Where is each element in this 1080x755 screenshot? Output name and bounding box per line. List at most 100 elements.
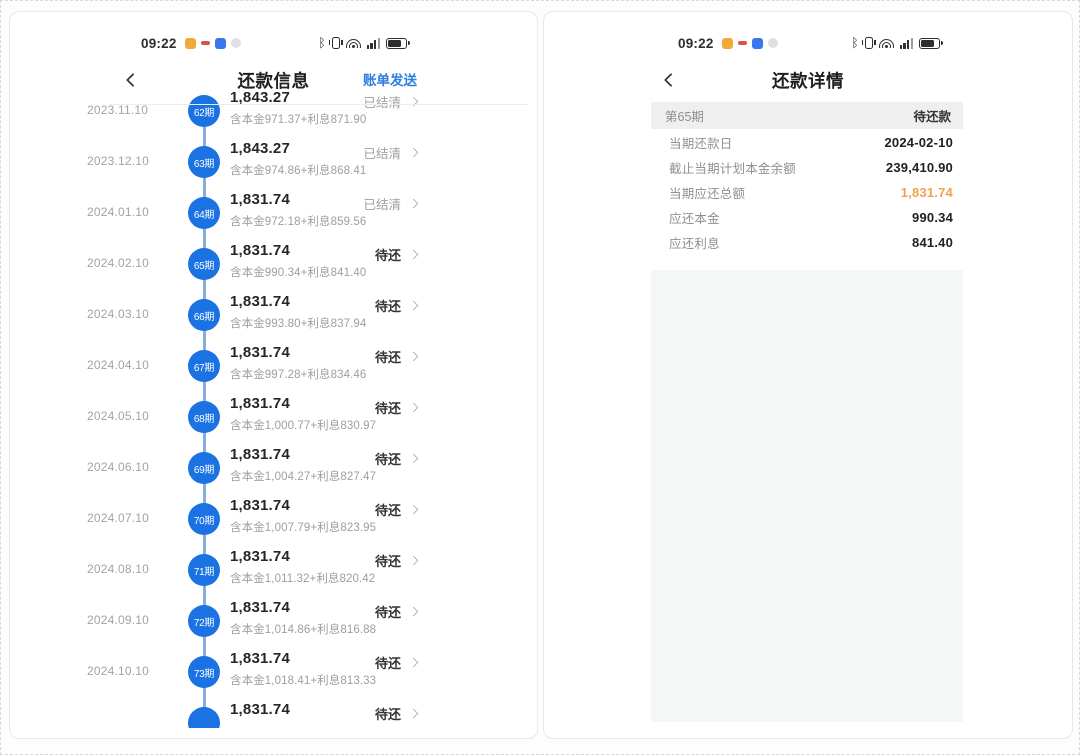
installment-amount: 1,831.74 bbox=[230, 548, 290, 565]
timeline-row[interactable]: 2024.08.10 71期 1,831.74 含本金1,011.32+利息820.4… bbox=[10, 545, 537, 596]
status-bar: 09:22 ᛒ bbox=[10, 34, 537, 52]
repayment-info-screen: 2023.11.10 62期 1,843.27 含本金971.37+利息871.90 已… bbox=[9, 11, 538, 739]
due-date-label: 2024.10.10 bbox=[87, 664, 150, 678]
blue-app-icon bbox=[214, 37, 226, 49]
chevron-right-icon bbox=[408, 606, 419, 617]
chevron-right-icon bbox=[408, 249, 419, 260]
status-label: 已结清 bbox=[363, 96, 401, 110]
status-label: 待还 bbox=[374, 554, 401, 569]
principal-interest-breakdown: 含本金974.86+利息868.41 bbox=[230, 165, 367, 177]
status-label: 待还 bbox=[374, 401, 401, 416]
nav-header: 还款信息 账单发送 bbox=[10, 68, 537, 94]
due-date-label: 2024.08.10 bbox=[87, 562, 150, 576]
principal-interest-breakdown: 含本金1,014.86+利息816.88 bbox=[230, 624, 377, 636]
chevron-right-icon bbox=[408, 198, 419, 209]
timeline-row[interactable]: 2024.03.10 66期 1,831.74 含本金993.80+利息837.94 待… bbox=[10, 290, 537, 341]
due-date-label: 2024.05.10 bbox=[87, 409, 150, 423]
status-label: 待还 bbox=[374, 503, 401, 518]
status-bar: 09:22 ᛒ bbox=[544, 34, 1072, 52]
period-badge: 63期 bbox=[188, 146, 220, 178]
period-badge: 73期 bbox=[188, 656, 220, 688]
detail-row: 应还本金 990.34 bbox=[669, 205, 953, 230]
battery-icon bbox=[919, 37, 943, 49]
principal-interest-breakdown: 含本金997.28+利息834.46 bbox=[230, 369, 367, 381]
status-label: 待还 bbox=[374, 605, 401, 620]
installment-amount: 1,831.74 bbox=[230, 497, 290, 514]
period-badge: 71期 bbox=[188, 554, 220, 586]
installment-amount: 1,831.74 bbox=[230, 599, 290, 616]
due-date-label: 2024.02.10 bbox=[87, 256, 150, 270]
status-time: 09:22 bbox=[141, 35, 177, 51]
send-bill-link[interactable]: 账单发送 bbox=[363, 68, 417, 94]
wifi-icon bbox=[345, 38, 361, 48]
timeline-row[interactable]: 2024.06.10 69期 1,831.74 含本金1,004.27+利息827.4… bbox=[10, 443, 537, 494]
installment-amount: 1,831.74 bbox=[230, 395, 290, 412]
installment-amount: 1,831.74 bbox=[230, 191, 290, 208]
timeline-scroll-area[interactable]: 2023.11.10 62期 1,843.27 含本金971.37+利息871.90 已… bbox=[10, 12, 537, 728]
status-time: 09:22 bbox=[678, 35, 714, 51]
detail-label: 当期还款日 bbox=[669, 137, 733, 151]
timeline-row[interactable]: 2024.05.10 68期 1,831.74 含本金1,000.77+利息830.9… bbox=[10, 392, 537, 443]
detail-label: 应还本金 bbox=[669, 212, 720, 226]
timeline-row[interactable]: 2023.12.10 63期 1,843.27 含本金974.86+利息868.41 已… bbox=[10, 137, 537, 188]
page-title: 还款信息 bbox=[237, 71, 310, 91]
empty-content-panel bbox=[651, 270, 963, 722]
principal-interest-breakdown: 含本金990.34+利息841.40 bbox=[230, 267, 367, 279]
timeline-row[interactable]: 1,831.74 待还 bbox=[10, 698, 537, 728]
period-badge: 62期 bbox=[188, 95, 220, 127]
status-label: 待还 bbox=[374, 248, 401, 263]
principal-interest-breakdown: 含本金1,004.27+利息827.47 bbox=[230, 471, 377, 483]
red-app-icon bbox=[737, 41, 747, 45]
due-date-label: 2024.07.10 bbox=[87, 511, 150, 525]
timeline-row[interactable]: 2024.10.10 73期 1,831.74 含本金1,018.41+利息813.3… bbox=[10, 647, 537, 698]
period-badge: 72期 bbox=[188, 605, 220, 637]
row-status: 待还 bbox=[374, 551, 419, 570]
chevron-right-icon bbox=[408, 555, 419, 566]
period-badge: 66期 bbox=[188, 299, 220, 331]
status-label: 待还 bbox=[374, 656, 401, 671]
chevron-right-icon bbox=[408, 453, 419, 464]
detail-row: 截止当期计划本金余额 239,410.90 bbox=[669, 155, 953, 180]
period-badge: 70期 bbox=[188, 503, 220, 535]
detail-row: 当期还款日 2024-02-10 bbox=[669, 130, 953, 155]
signal-icon bbox=[366, 37, 380, 49]
detail-value: 990.34 bbox=[912, 210, 953, 225]
installment-amount: 1,843.27 bbox=[230, 140, 290, 157]
period-number-label: 第65期 bbox=[665, 110, 704, 124]
timeline-row[interactable]: 2024.02.10 65期 1,831.74 含本金990.34+利息841.40 待… bbox=[10, 239, 537, 290]
wifi-icon bbox=[878, 38, 894, 48]
detail-value: 1,831.74 bbox=[900, 185, 953, 200]
detail-value: 239,410.90 bbox=[885, 160, 953, 175]
timeline-row[interactable]: 2024.09.10 72期 1,831.74 含本金1,014.86+利息816.8… bbox=[10, 596, 537, 647]
screenshot-canvas: 2023.11.10 62期 1,843.27 含本金971.37+利息871.90 已… bbox=[0, 0, 1080, 755]
timeline-row[interactable]: 2024.07.10 70期 1,831.74 含本金1,007.79+利息823.9… bbox=[10, 494, 537, 545]
timeline-row[interactable]: 2024.01.10 64期 1,831.74 含本金972.18+利息859.56 已… bbox=[10, 188, 537, 239]
battery-icon bbox=[386, 37, 410, 49]
bluetooth-icon: ᛒ bbox=[851, 34, 859, 50]
principal-interest-breakdown: 含本金1,007.79+利息823.95 bbox=[230, 522, 377, 534]
principal-interest-breakdown: 含本金972.18+利息859.56 bbox=[230, 216, 367, 228]
due-date-label: 2024.03.10 bbox=[87, 307, 150, 321]
detail-value: 2024-02-10 bbox=[884, 135, 953, 150]
row-status: 待还 bbox=[374, 653, 419, 672]
nav-header: 还款详情 bbox=[544, 68, 1072, 94]
status-label: 待还 bbox=[374, 350, 401, 365]
row-status: 待还 bbox=[374, 245, 419, 264]
due-date-label: 2024.01.10 bbox=[87, 205, 150, 219]
row-status: 已结清 bbox=[363, 92, 419, 111]
due-date-label: 2024.06.10 bbox=[87, 460, 150, 474]
row-status: 已结清 bbox=[363, 143, 419, 162]
vibrate-icon bbox=[328, 37, 343, 49]
principal-interest-breakdown: 含本金1,018.41+利息813.33 bbox=[230, 675, 377, 687]
chevron-right-icon bbox=[408, 351, 419, 362]
blue-app-icon bbox=[751, 37, 763, 49]
due-date-label: 2024.04.10 bbox=[87, 358, 150, 372]
row-status: 待还 bbox=[374, 704, 419, 723]
status-label: 待还 bbox=[374, 707, 401, 722]
chevron-right-icon bbox=[408, 147, 419, 158]
timeline-row[interactable]: 2024.04.10 67期 1,831.74 含本金997.28+利息834.46 待… bbox=[10, 341, 537, 392]
detail-row: 当期应还总额 1,831.74 bbox=[669, 180, 953, 205]
principal-interest-breakdown: 含本金1,000.77+利息830.97 bbox=[230, 420, 377, 432]
period-status-badge: 待还款 bbox=[913, 110, 951, 124]
vibrate-icon bbox=[861, 37, 876, 49]
